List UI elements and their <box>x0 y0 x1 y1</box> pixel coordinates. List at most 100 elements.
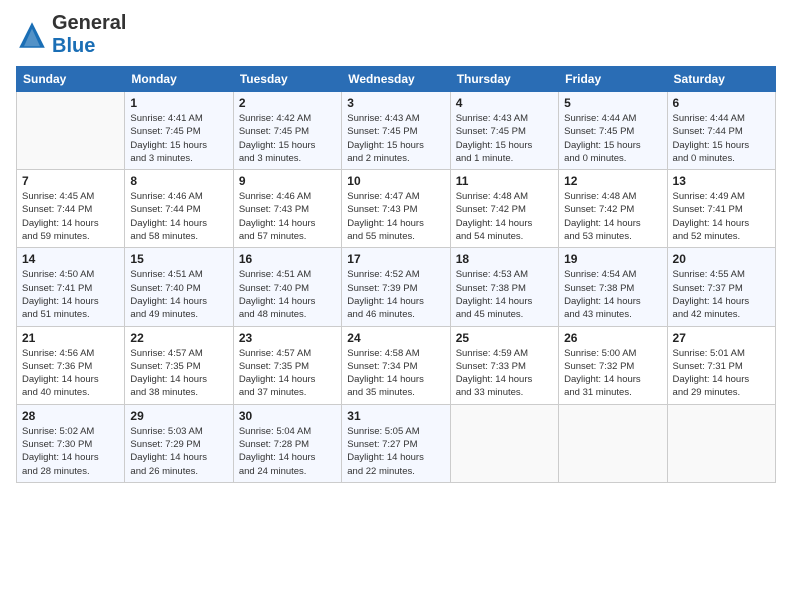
day-info: Sunrise: 4:43 AM Sunset: 7:45 PM Dayligh… <box>347 112 444 165</box>
calendar-cell: 31 Sunrise: 5:05 AM Sunset: 7:27 PM Dayli… <box>342 404 450 482</box>
day-number: 23 <box>239 331 336 345</box>
day-info: Sunrise: 4:51 AM Sunset: 7:40 PM Dayligh… <box>239 268 336 321</box>
day-info: Sunrise: 4:46 AM Sunset: 7:44 PM Dayligh… <box>130 190 227 243</box>
calendar-cell: 8 Sunrise: 4:46 AM Sunset: 7:44 PM Daylig… <box>125 170 233 248</box>
day-number: 27 <box>673 331 770 345</box>
day-info: Sunrise: 4:59 AM Sunset: 7:33 PM Dayligh… <box>456 347 553 400</box>
weekday-header-saturday: Saturday <box>667 67 775 92</box>
calendar-cell: 9 Sunrise: 4:46 AM Sunset: 7:43 PM Daylig… <box>233 170 341 248</box>
calendar-cell: 10Sunrise: 4:47 AM Sunset: 7:43 PM Dayli… <box>342 170 450 248</box>
calendar-cell: 25 Sunrise: 4:59 AM Sunset: 7:33 PM Dayli… <box>450 326 558 404</box>
calendar-week-row: 14 Sunrise: 4:50 AM Sunset: 7:41 PM Dayli… <box>17 248 776 326</box>
day-number: 25 <box>456 331 553 345</box>
calendar-cell: 13Sunrise: 4:49 AM Sunset: 7:41 PM Dayli… <box>667 170 775 248</box>
calendar-cell: 16 Sunrise: 4:51 AM Sunset: 7:40 PM Dayli… <box>233 248 341 326</box>
day-info: Sunrise: 4:48 AM Sunset: 7:42 PM Dayligh… <box>564 190 661 243</box>
day-info: Sunrise: 4:44 AM Sunset: 7:44 PM Dayligh… <box>673 112 770 165</box>
calendar-cell: 30 Sunrise: 5:04 AM Sunset: 7:28 PM Dayli… <box>233 404 341 482</box>
calendar-cell: 24 Sunrise: 4:58 AM Sunset: 7:34 PM Dayli… <box>342 326 450 404</box>
day-info: Sunrise: 4:44 AM Sunset: 7:45 PM Dayligh… <box>564 112 661 165</box>
day-number: 11 <box>456 174 553 188</box>
day-info: Sunrise: 5:02 AM Sunset: 7:30 PM Dayligh… <box>22 425 119 478</box>
calendar-week-row: 28 Sunrise: 5:02 AM Sunset: 7:30 PM Dayli… <box>17 404 776 482</box>
day-number: 15 <box>130 252 227 266</box>
weekday-header-wednesday: Wednesday <box>342 67 450 92</box>
calendar-cell: 3 Sunrise: 4:43 AM Sunset: 7:45 PM Daylig… <box>342 92 450 170</box>
weekday-header-friday: Friday <box>559 67 667 92</box>
day-info: Sunrise: 4:42 AM Sunset: 7:45 PM Dayligh… <box>239 112 336 165</box>
calendar-week-row: 1Sunrise: 4:41 AM Sunset: 7:45 PM Daylig… <box>17 92 776 170</box>
day-info: Sunrise: 4:51 AM Sunset: 7:40 PM Dayligh… <box>130 268 227 321</box>
day-info: Sunrise: 4:46 AM Sunset: 7:43 PM Dayligh… <box>239 190 336 243</box>
day-number: 6 <box>673 96 770 110</box>
calendar-cell: 19 Sunrise: 4:54 AM Sunset: 7:38 PM Dayli… <box>559 248 667 326</box>
day-number: 9 <box>239 174 336 188</box>
day-number: 8 <box>130 174 227 188</box>
day-number: 14 <box>22 252 119 266</box>
day-number: 28 <box>22 409 119 423</box>
calendar-cell: 6 Sunrise: 4:44 AM Sunset: 7:44 PM Daylig… <box>667 92 775 170</box>
calendar-cell: 21 Sunrise: 4:56 AM Sunset: 7:36 PM Dayli… <box>17 326 125 404</box>
page: General Blue SundayMondayTuesdayWednesda… <box>0 0 792 612</box>
day-number: 24 <box>347 331 444 345</box>
day-info: Sunrise: 5:01 AM Sunset: 7:31 PM Dayligh… <box>673 347 770 400</box>
calendar-cell: 27 Sunrise: 5:01 AM Sunset: 7:31 PM Dayli… <box>667 326 775 404</box>
day-info: Sunrise: 4:57 AM Sunset: 7:35 PM Dayligh… <box>130 347 227 400</box>
calendar-cell: 23 Sunrise: 4:57 AM Sunset: 7:35 PM Dayli… <box>233 326 341 404</box>
day-info: Sunrise: 4:43 AM Sunset: 7:45 PM Dayligh… <box>456 112 553 165</box>
calendar-cell: 1Sunrise: 4:41 AM Sunset: 7:45 PM Daylig… <box>125 92 233 170</box>
day-info: Sunrise: 5:00 AM Sunset: 7:32 PM Dayligh… <box>564 347 661 400</box>
header: General Blue <box>16 12 776 58</box>
calendar-cell: 22 Sunrise: 4:57 AM Sunset: 7:35 PM Dayli… <box>125 326 233 404</box>
calendar-cell <box>450 404 558 482</box>
day-info: Sunrise: 5:03 AM Sunset: 7:29 PM Dayligh… <box>130 425 227 478</box>
calendar-cell: 11 Sunrise: 4:48 AM Sunset: 7:42 PM Dayli… <box>450 170 558 248</box>
day-info: Sunrise: 5:05 AM Sunset: 7:27 PM Dayligh… <box>347 425 444 478</box>
day-number: 20 <box>673 252 770 266</box>
day-number: 2 <box>239 96 336 110</box>
calendar-week-row: 21 Sunrise: 4:56 AM Sunset: 7:36 PM Dayli… <box>17 326 776 404</box>
calendar-cell <box>17 92 125 170</box>
calendar-cell: 29Sunrise: 5:03 AM Sunset: 7:29 PM Dayli… <box>125 404 233 482</box>
day-info: Sunrise: 4:56 AM Sunset: 7:36 PM Dayligh… <box>22 347 119 400</box>
day-info: Sunrise: 4:48 AM Sunset: 7:42 PM Dayligh… <box>456 190 553 243</box>
weekday-header-monday: Monday <box>125 67 233 92</box>
day-number: 31 <box>347 409 444 423</box>
calendar-cell: 18Sunrise: 4:53 AM Sunset: 7:38 PM Dayli… <box>450 248 558 326</box>
weekday-header-sunday: Sunday <box>17 67 125 92</box>
calendar-cell: 2 Sunrise: 4:42 AM Sunset: 7:45 PM Daylig… <box>233 92 341 170</box>
day-number: 10 <box>347 174 444 188</box>
day-info: Sunrise: 4:54 AM Sunset: 7:38 PM Dayligh… <box>564 268 661 321</box>
day-number: 4 <box>456 96 553 110</box>
calendar-cell: 28 Sunrise: 5:02 AM Sunset: 7:30 PM Dayli… <box>17 404 125 482</box>
calendar-cell <box>559 404 667 482</box>
day-number: 13 <box>673 174 770 188</box>
day-number: 19 <box>564 252 661 266</box>
logo-blue-text: Blue <box>52 35 95 57</box>
day-number: 12 <box>564 174 661 188</box>
calendar-cell: 7Sunrise: 4:45 AM Sunset: 7:44 PM Daylig… <box>17 170 125 248</box>
calendar-cell: 5Sunrise: 4:44 AM Sunset: 7:45 PM Daylig… <box>559 92 667 170</box>
day-number: 26 <box>564 331 661 345</box>
day-number: 1 <box>130 96 227 110</box>
weekday-header-tuesday: Tuesday <box>233 67 341 92</box>
day-info: Sunrise: 4:50 AM Sunset: 7:41 PM Dayligh… <box>22 268 119 321</box>
day-number: 21 <box>22 331 119 345</box>
calendar-cell <box>667 404 775 482</box>
day-info: Sunrise: 5:04 AM Sunset: 7:28 PM Dayligh… <box>239 425 336 478</box>
day-number: 16 <box>239 252 336 266</box>
day-number: 3 <box>347 96 444 110</box>
calendar-cell: 17Sunrise: 4:52 AM Sunset: 7:39 PM Dayli… <box>342 248 450 326</box>
logo-general-text: General <box>52 12 126 34</box>
day-number: 17 <box>347 252 444 266</box>
day-number: 22 <box>130 331 227 345</box>
logo-svg <box>16 19 48 51</box>
day-info: Sunrise: 4:45 AM Sunset: 7:44 PM Dayligh… <box>22 190 119 243</box>
day-info: Sunrise: 4:57 AM Sunset: 7:35 PM Dayligh… <box>239 347 336 400</box>
calendar-table: SundayMondayTuesdayWednesdayThursdayFrid… <box>16 66 776 483</box>
day-info: Sunrise: 4:58 AM Sunset: 7:34 PM Dayligh… <box>347 347 444 400</box>
calendar-cell: 15 Sunrise: 4:51 AM Sunset: 7:40 PM Dayli… <box>125 248 233 326</box>
weekday-header-thursday: Thursday <box>450 67 558 92</box>
calendar-week-row: 7Sunrise: 4:45 AM Sunset: 7:44 PM Daylig… <box>17 170 776 248</box>
day-number: 30 <box>239 409 336 423</box>
